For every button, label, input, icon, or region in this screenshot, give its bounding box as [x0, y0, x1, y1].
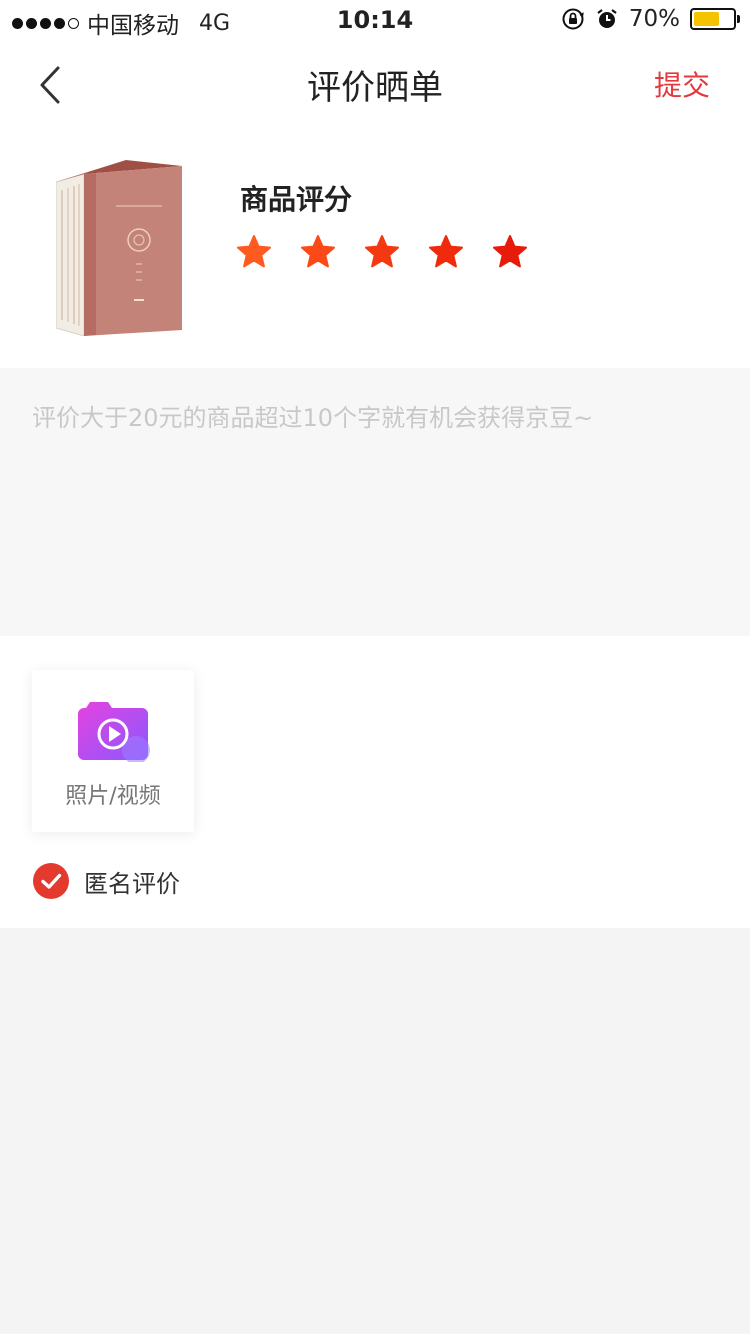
review-placeholder: 评价大于20元的商品超过10个字就有机会获得京豆~	[32, 404, 594, 432]
battery-percent: 70%	[628, 6, 680, 32]
product-rating-section: 商品评分	[0, 130, 750, 368]
star-icon[interactable]	[300, 234, 336, 270]
product-image	[56, 160, 182, 336]
star-icon[interactable]	[492, 234, 528, 270]
rotation-lock-icon	[562, 8, 584, 30]
upload-photo-video-button[interactable]: 照片/视频	[32, 670, 194, 832]
media-section: 照片/视频 匿名评价	[0, 636, 750, 928]
nav-bar: 评价晒单 提交	[0, 40, 750, 130]
status-bar: 中国移动 4G 10:14 70%	[0, 0, 750, 40]
status-right: 70%	[561, 6, 740, 32]
battery-icon	[690, 8, 740, 30]
camera-video-icon	[78, 702, 150, 762]
anonymous-toggle[interactable]: 匿名评价	[32, 862, 180, 900]
page-title: 评价晒单	[307, 68, 443, 108]
star-icon[interactable]	[428, 234, 464, 270]
star-icon[interactable]	[364, 234, 400, 270]
submit-button[interactable]: 提交	[654, 64, 710, 104]
star-rating	[236, 234, 528, 270]
alarm-clock-icon	[597, 9, 617, 28]
review-textarea[interactable]: 评价大于20元的商品超过10个字就有机会获得京豆~	[0, 368, 750, 636]
star-icon[interactable]	[236, 234, 272, 270]
upload-label: 照片/视频	[65, 784, 161, 809]
checkmark-circle-icon[interactable]	[32, 862, 70, 900]
rating-label: 商品评分	[240, 183, 353, 216]
anonymous-label: 匿名评价	[84, 869, 180, 898]
